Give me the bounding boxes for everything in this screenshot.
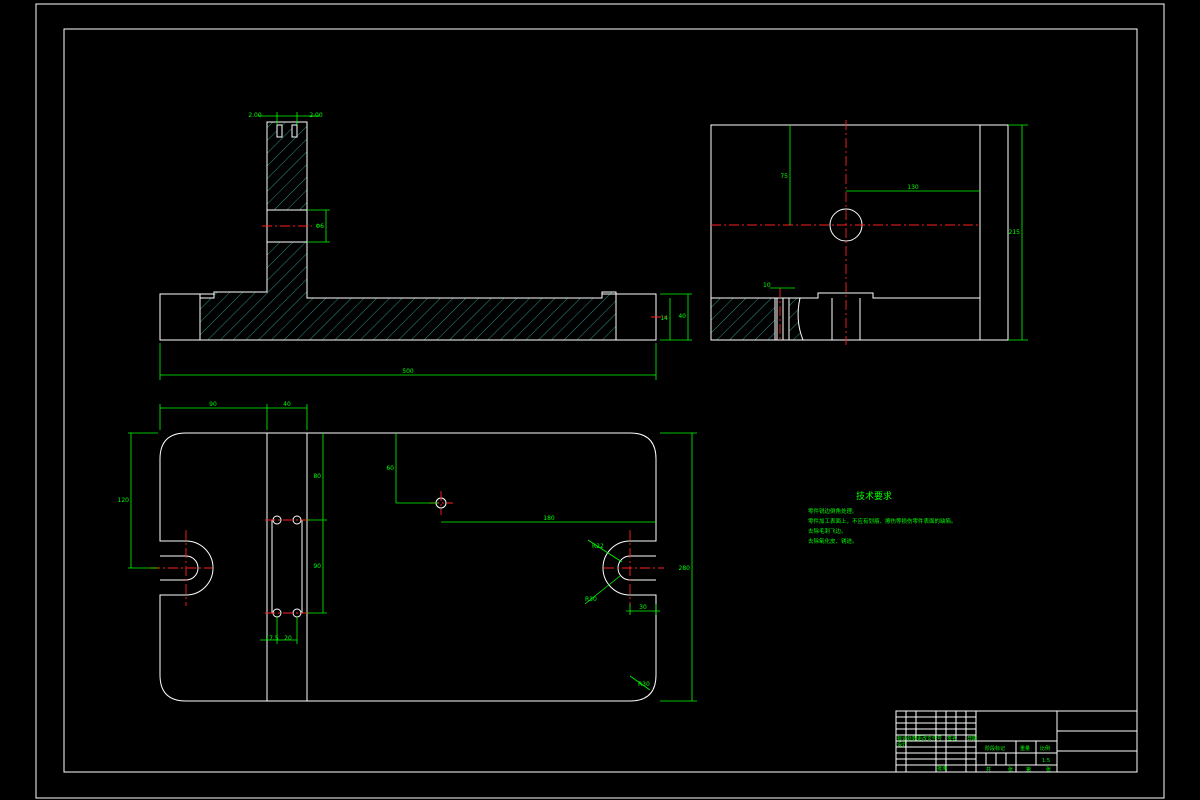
note-item-2: 零件加工表面上，不应有划痕、擦伤等损伤零件表面的缺陷。	[808, 517, 957, 525]
tb-mark: 标记	[897, 735, 907, 742]
dim-base-step: 14	[660, 315, 668, 322]
side-view: 75 130 215 10	[710, 120, 1028, 345]
title-block: 标记 处数 更改文件号 签名 日期 设计 批准 阶段标记 重量 比例 1:5 共…	[895, 710, 1138, 773]
tb-sheet: 第	[1026, 766, 1031, 773]
dim-plan-u-r1: R22	[592, 543, 604, 550]
note-item-4: 去除氧化皮、锈迹。	[808, 537, 858, 545]
tb-zone: 更改文件号	[917, 735, 942, 742]
dim-side-center: 130	[907, 184, 919, 191]
dim-plan-hole-top: 60	[386, 465, 394, 472]
tb-stage: 阶段标记	[985, 745, 1005, 752]
dim-side-top: 75	[780, 173, 788, 180]
inner-frame	[63, 28, 1138, 773]
dim-plan-rib-lower: 90	[313, 563, 321, 570]
dim-plan-rib: 40	[283, 401, 291, 408]
dim-bore: Φ6	[315, 223, 324, 230]
dim-plan-u-r2: R30	[585, 596, 597, 603]
dim-plan-total-height: 280	[679, 565, 691, 572]
dim-plan-u-offset: 30	[639, 604, 647, 611]
dim-side-height: 215	[1009, 229, 1021, 236]
dim-plan-left: 90	[209, 401, 217, 408]
plan-view: 90 40 120 60 180 80 90 17.5 20 280 R22 R…	[118, 401, 697, 702]
dim-base-height: 40	[678, 313, 686, 320]
dim-plan-hole-right: 180	[543, 515, 555, 522]
tb-unit: 张	[1008, 766, 1013, 773]
tb-design: 设计	[897, 741, 907, 748]
dim-plan-corner: R30	[638, 681, 650, 688]
dim-plan-pitch: 17.5	[265, 635, 279, 642]
dim-side-small: 10	[763, 282, 771, 289]
dim-plan-pitch2: 20	[284, 635, 292, 642]
note-item-3: 去除毛刺飞边。	[808, 527, 847, 535]
tb-total: 共	[986, 766, 991, 773]
notes-title: 技术要求	[856, 490, 892, 502]
dim-plan-rib-upper: 80	[313, 473, 321, 480]
outer-frame	[35, 3, 1165, 799]
technical-requirements: 技术要求 零件锐边倒角处理。 零件加工表面上，不应有划痕、擦伤等损伤零件表面的缺…	[808, 490, 957, 545]
tb-weight: 重量	[1020, 745, 1030, 752]
tb-date: 日期	[967, 736, 977, 742]
cad-drawing: 500 40 14 Φ6 2.00 2.00 75 130 215 10 90 …	[35, 3, 1165, 799]
tb-sign: 签名	[947, 735, 957, 742]
dim-total-length: 500	[402, 368, 414, 375]
note-item-1: 零件锐边倒角处理。	[808, 507, 858, 515]
front-section-view: 500 40 14 Φ6 2.00 2.00	[159, 112, 692, 380]
tb-unit2: 张	[1046, 766, 1051, 773]
dim-slot-right: 2.00	[309, 112, 323, 119]
tb-scale-value: 1:5	[1042, 758, 1050, 764]
tb-approve: 批准	[937, 765, 947, 772]
dim-slot-left: 2.00	[248, 112, 262, 119]
dim-plan-u-height: 120	[118, 497, 130, 504]
tb-count: 处数	[907, 735, 917, 742]
tb-scale-label: 比例	[1040, 745, 1050, 752]
